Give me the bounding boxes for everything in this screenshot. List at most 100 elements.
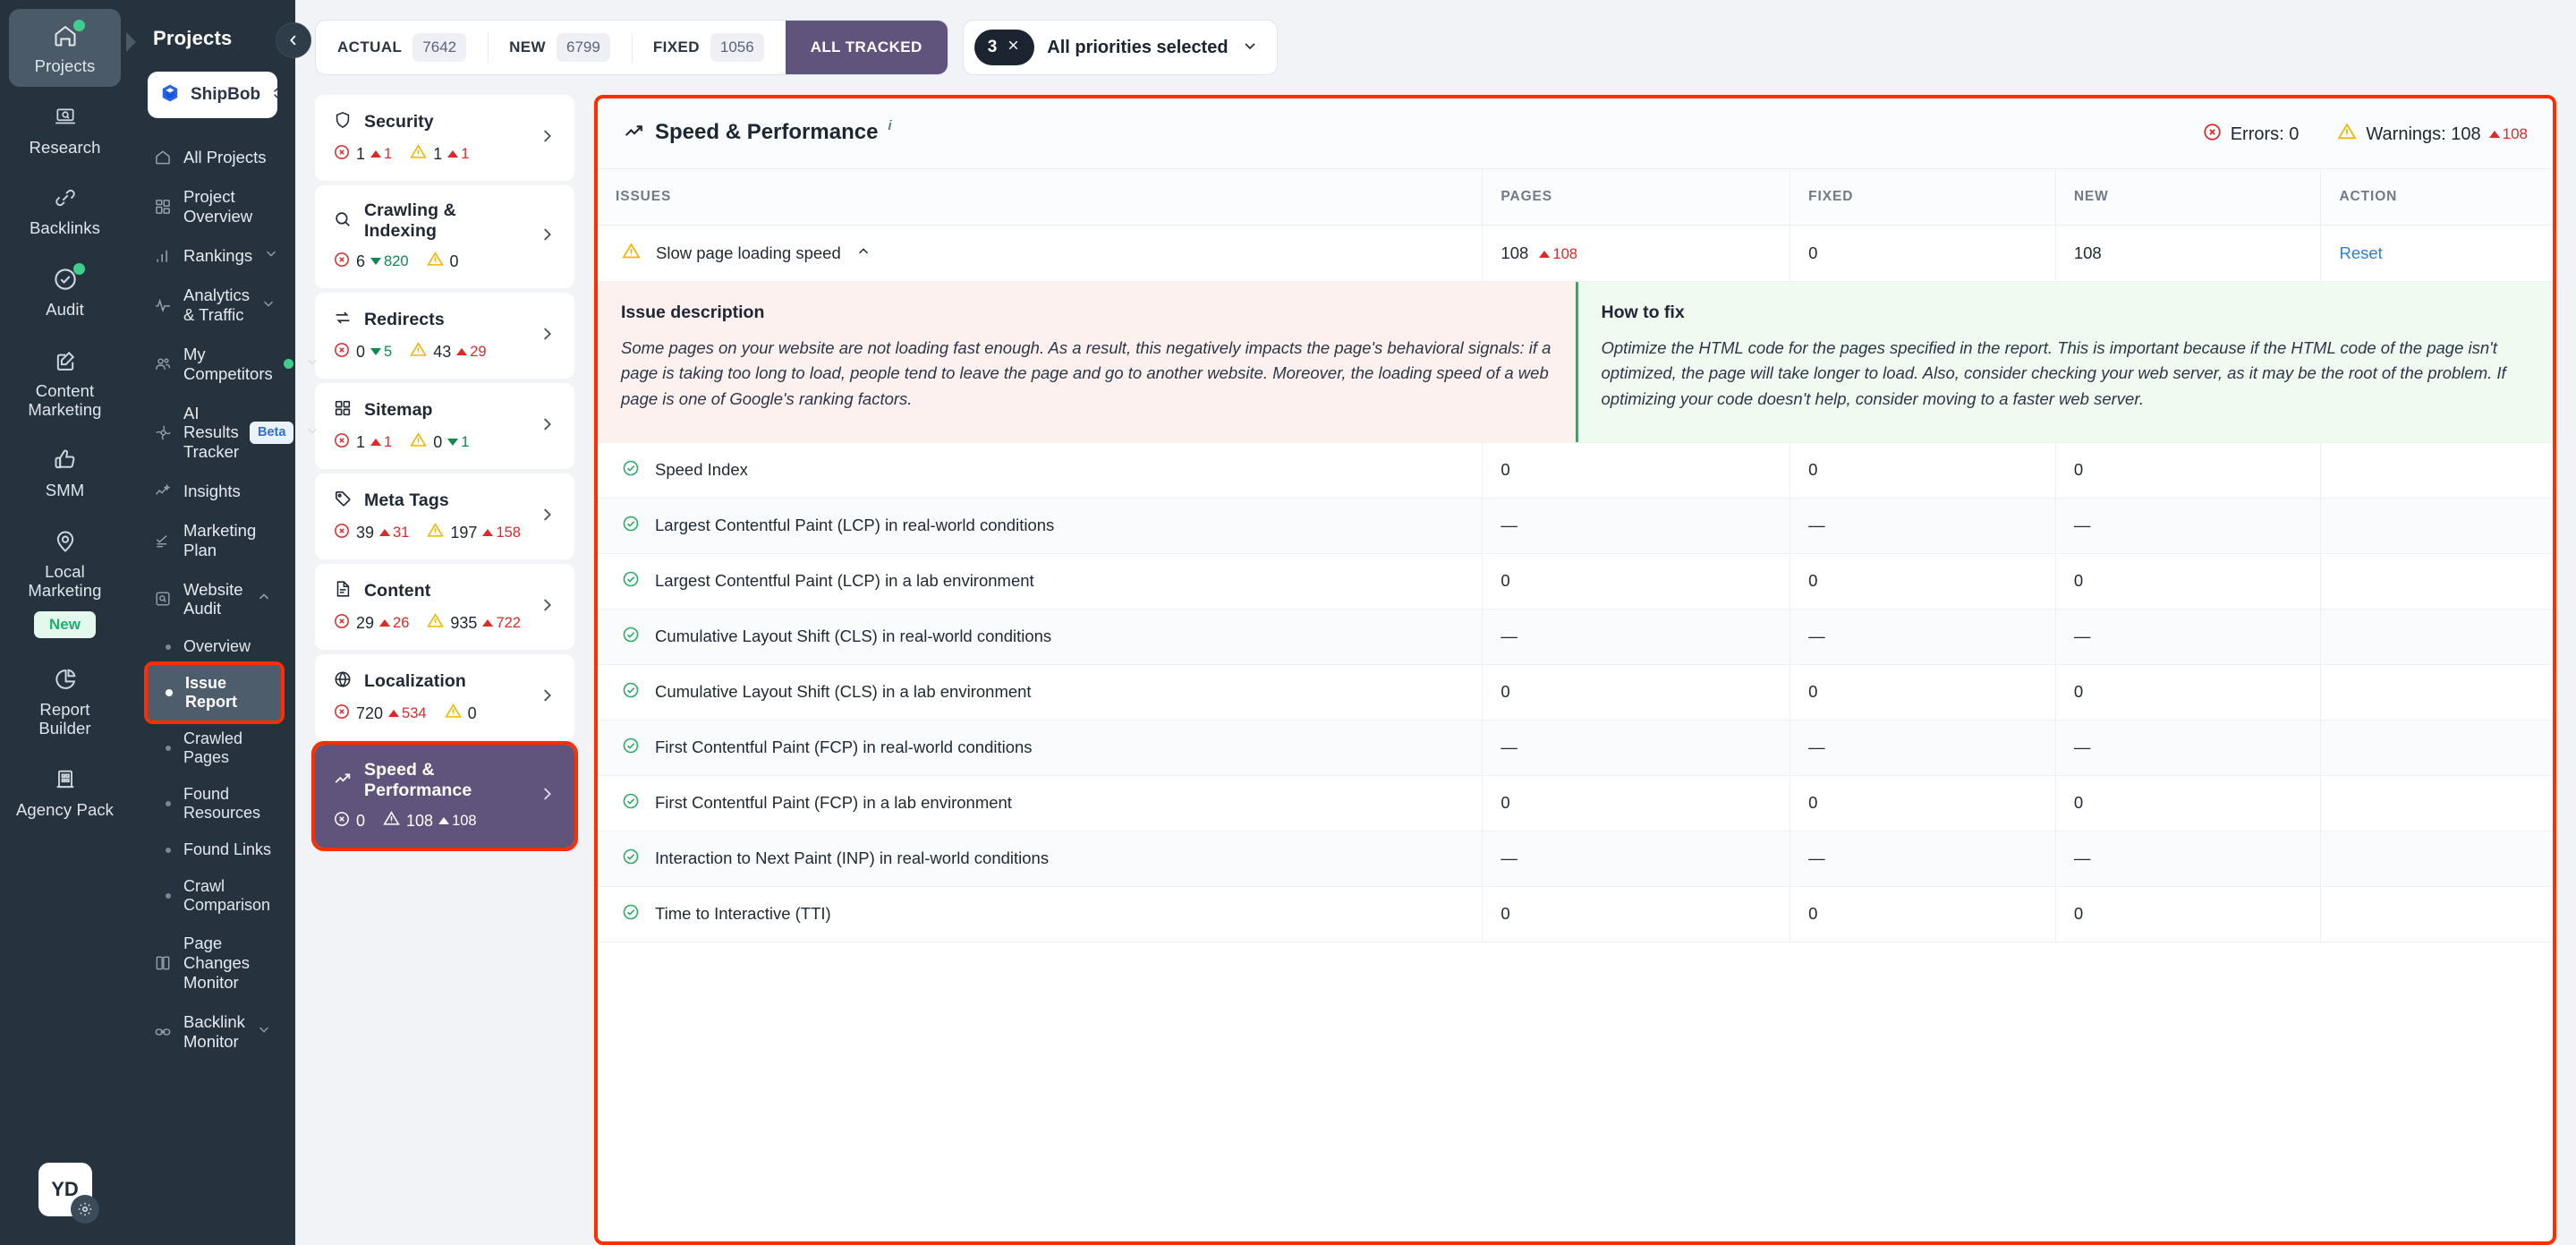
project-name: ShipBob <box>191 85 260 105</box>
category-card-redirects[interactable]: Redirects 0 5 43 29 <box>315 293 574 379</box>
warning-delta: 29 <box>456 344 486 361</box>
issue-name-cell[interactable]: Largest Contentful Paint (LCP) in a lab … <box>598 553 1483 609</box>
issue-name-cell[interactable]: Speed Index <box>598 442 1483 498</box>
book-icon <box>153 954 173 972</box>
category-card-crawling-indexing[interactable]: Crawling & Indexing 6 820 0 <box>315 185 574 288</box>
rail-item-audit[interactable]: Audit <box>9 252 121 330</box>
sidebar-item-ai-results-tracker[interactable]: AI Results Tracker Beta <box>144 394 281 472</box>
rail-item-report-builder[interactable]: Report Builder <box>9 652 121 748</box>
issue-name-cell[interactable]: First Contentful Paint (FCP) in a lab en… <box>598 775 1483 831</box>
sidebar-item-page-changes-monitor[interactable]: Page Changes Monitor <box>144 924 281 1002</box>
issue-fixed-cell: 0 <box>1790 226 2056 282</box>
sidebar-item-analytics-traffic[interactable]: Analytics & Traffic <box>144 276 281 335</box>
priority-count: 3 <box>988 38 998 57</box>
issue-name-cell[interactable]: Slow page loading speed <box>598 226 1483 282</box>
info-icon[interactable]: i <box>888 118 891 133</box>
sidebar-item-my-competitors[interactable]: My Competitors <box>144 335 281 394</box>
rail-item-research[interactable]: Research <box>9 90 121 168</box>
category-card-localization[interactable]: Localization 720 534 0 <box>315 654 574 740</box>
issue-fixed-cell: — <box>1790 498 2056 553</box>
sidebar-subitem-crawled-pages[interactable]: Crawled Pages <box>148 721 281 776</box>
sidebar-item-website-audit[interactable]: Website Audit <box>144 570 281 629</box>
issue-name-cell[interactable]: Largest Contentful Paint (LCP) in real-w… <box>598 498 1483 553</box>
table-row[interactable]: Time to Interactive (TTI) 0 0 0 <box>598 886 2553 942</box>
category-card-speed-performance[interactable]: Speed & Performance 0 108 108 <box>315 745 574 848</box>
rail-item-agency-pack[interactable]: Agency Pack <box>9 753 121 831</box>
collapse-sidebar-button[interactable] <box>276 22 311 58</box>
sidebar-item-backlink-monitor[interactable]: Backlink Monitor <box>144 1002 281 1062</box>
building-icon <box>48 764 82 795</box>
warning-icon <box>409 431 428 454</box>
table-row[interactable]: Largest Contentful Paint (LCP) in a lab … <box>598 553 2553 609</box>
pages-delta: 108 <box>1539 246 1577 263</box>
issue-name-cell[interactable]: Interaction to Next Paint (INP) in real-… <box>598 831 1483 886</box>
sidebar-subitem-label: Overview <box>183 637 251 656</box>
issue-new-cell: — <box>2055 720 2321 775</box>
priority-filter-dropdown[interactable]: 3 All priorities selected <box>963 20 1278 75</box>
filter-new[interactable]: NEW 6799 <box>488 21 632 74</box>
filter-fixed[interactable]: FIXED 1056 <box>632 21 786 74</box>
column-header-issues[interactable]: ISSUES <box>598 169 1483 226</box>
sidebar-item-marketing-plan[interactable]: Marketing Plan <box>144 511 281 570</box>
table-row[interactable]: First Contentful Paint (FCP) in real-wor… <box>598 720 2553 775</box>
table-row[interactable]: Largest Contentful Paint (LCP) in real-w… <box>598 498 2553 553</box>
chevron-up-icon[interactable] <box>855 243 871 264</box>
table-row[interactable]: Cumulative Layout Shift (CLS) in real-wo… <box>598 609 2553 664</box>
issue-name-cell[interactable]: First Contentful Paint (FCP) in real-wor… <box>598 720 1483 775</box>
filter-count: 6799 <box>557 33 610 62</box>
table-row[interactable]: Cumulative Layout Shift (CLS) in a lab e… <box>598 664 2553 720</box>
table-row[interactable]: Speed Index 0 0 0 <box>598 442 2553 498</box>
issue-name-cell[interactable]: Cumulative Layout Shift (CLS) in real-wo… <box>598 609 1483 664</box>
errors-label: Errors: 0 <box>2231 124 2300 145</box>
filter-actual[interactable]: ACTUAL 7642 <box>316 21 488 74</box>
column-header-fixed[interactable]: FIXED <box>1790 169 2056 226</box>
column-header-new[interactable]: NEW <box>2055 169 2321 226</box>
column-header-pages[interactable]: PAGES <box>1483 169 1790 226</box>
sidebar-subitem-issue-report[interactable]: Issue Report <box>148 665 281 721</box>
table-row[interactable]: Interaction to Next Paint (INP) in real-… <box>598 831 2553 886</box>
warning-count: 1 <box>433 145 442 164</box>
issue-action-cell <box>2321 553 2553 609</box>
priority-chip[interactable]: 3 <box>974 30 1035 65</box>
sidebar-item-rankings[interactable]: Rankings <box>144 235 281 276</box>
panel-counts: Errors: 0 Warnings: 108 108 <box>2202 121 2528 148</box>
sidebar-item-project-overview[interactable]: Project Overview <box>144 177 281 236</box>
category-card-meta-tags[interactable]: Meta Tags 39 31 197 158 <box>315 473 574 559</box>
table-row[interactable]: Slow page loading speed 108 108 0 108 Re… <box>598 226 2553 282</box>
map-pin-icon <box>48 526 82 557</box>
issue-new-cell: 0 <box>2055 664 2321 720</box>
gear-icon[interactable] <box>71 1195 99 1224</box>
sidebar-item-all-projects[interactable]: All Projects <box>144 138 281 177</box>
column-header-action: ACTION <box>2321 169 2553 226</box>
rail-item-content-marketing[interactable]: Content Marketing <box>9 334 121 430</box>
sidebar-subitem-label: Crawled Pages <box>183 729 272 767</box>
project-selector[interactable]: ShipBob <box>148 72 277 118</box>
close-icon[interactable] <box>1006 38 1021 58</box>
sidebar-subitem-overview[interactable]: Overview <box>148 628 281 665</box>
filter-all-tracked[interactable]: ALL TRACKED <box>786 21 948 74</box>
sidebar-item-label: Rankings <box>183 246 252 266</box>
warning-icon <box>444 702 463 725</box>
sidebar-item-insights[interactable]: Insights <box>144 472 281 511</box>
table-row[interactable]: First Contentful Paint (FCP) in a lab en… <box>598 775 2553 831</box>
rail-item-backlinks[interactable]: Backlinks <box>9 171 121 249</box>
success-icon <box>621 902 641 926</box>
sidebar-subitem-label: Found Resources <box>183 785 272 823</box>
category-card-security[interactable]: Security 1 1 1 1 <box>315 95 574 181</box>
warning-count: 108 <box>406 812 433 831</box>
reset-button[interactable]: Reset <box>2339 243 2382 262</box>
issue-name-cell[interactable]: Time to Interactive (TTI) <box>598 886 1483 942</box>
rail-item-smm[interactable]: SMM <box>9 433 121 511</box>
rail-item-projects[interactable]: Projects <box>9 9 121 87</box>
sidebar-subitem-found-links[interactable]: Found Links <box>148 831 281 868</box>
category-card-sitemap[interactable]: Sitemap 1 1 0 1 <box>315 383 574 469</box>
issue-action-cell <box>2321 720 2553 775</box>
issue-name-cell[interactable]: Cumulative Layout Shift (CLS) in a lab e… <box>598 664 1483 720</box>
sidebar-subitem-found-resources[interactable]: Found Resources <box>148 776 281 831</box>
sidebar-subitem-crawl-comparison[interactable]: Crawl Comparison <box>148 868 281 924</box>
avatar[interactable]: YD <box>38 1163 92 1216</box>
issue-action-cell <box>2321 442 2553 498</box>
category-card-content[interactable]: Content 29 26 935 722 <box>315 564 574 650</box>
issue-pages-cell: 0 <box>1483 442 1790 498</box>
rail-item-local-marketing[interactable]: Local Marketing New <box>9 515 121 649</box>
